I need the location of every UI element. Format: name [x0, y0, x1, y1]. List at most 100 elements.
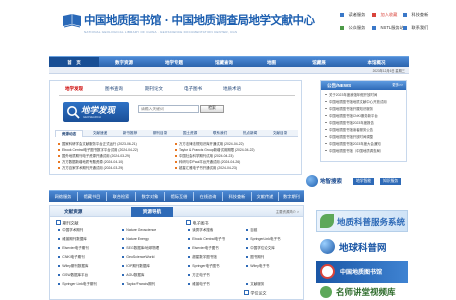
resource-link[interactable]: Springer电子图书 [188, 264, 219, 268]
resource-link[interactable]: 维普电子书 [188, 282, 210, 286]
top-link-bookmark[interactable]: 加入收藏 [372, 12, 397, 17]
top-link-public-service[interactable]: 公众服务 [340, 25, 365, 30]
banner-earth-science-web[interactable]: 地球科普网 [316, 236, 408, 258]
service-tab[interactable]: 网络服务 [49, 191, 77, 202]
resource-link[interactable]: IOP期刊数据库 [122, 264, 150, 268]
resource-link[interactable]: 读秀学术搜索 [188, 228, 213, 232]
resource-link[interactable]: 方正电子书 [188, 273, 210, 277]
tab-ebooks[interactable]: 电子图书 [184, 86, 202, 92]
resource-link[interactable]: Taylor/Francis期刊 [122, 282, 155, 286]
service-tab[interactable]: 馆际互借 [165, 191, 193, 202]
tab-geo-discovery[interactable]: 地学发现 [65, 86, 83, 92]
banner-geo-science-service[interactable]: 地质科普服务系统 [316, 210, 408, 232]
announcement-item[interactable]: 中国地质图书馆地质文献中心开放试用 [325, 100, 387, 104]
resource-more-link[interactable]: 主要资源简介 > [276, 209, 299, 214]
resource-link[interactable]: CNKI电子期刊 [58, 255, 84, 259]
resource-link[interactable]: 中国学位论文库 [246, 246, 275, 250]
service-tab[interactable]: 文献传递 [252, 191, 278, 202]
link-bullet-icon [372, 26, 376, 30]
tab-document-express[interactable]: 文献速递 [85, 130, 115, 137]
service-tab[interactable]: 在线咨询 [194, 191, 222, 202]
resource-link[interactable]: 维普期刊数据库 [58, 237, 87, 241]
tab-new-books[interactable]: 新书推荐 [115, 130, 145, 137]
resource-link[interactable]: SEG数据库/地球物理 [122, 246, 159, 250]
announcement-more-link[interactable]: 更多>> [392, 81, 403, 90]
resource-link[interactable]: AGU数据库 [122, 273, 144, 277]
announcement-item[interactable]: 中国地质图书馆CNKI服务新平台 [325, 114, 378, 118]
geo-smart-search-banner[interactable]: 地智搜索 地学智能 知识服务 [306, 175, 408, 187]
resource-link[interactable]: Wiley电子书 [246, 264, 269, 268]
tab-resource-news[interactable]: 资源动态 [55, 130, 83, 137]
resource-link[interactable]: 文献服务 [246, 282, 264, 286]
resource-link[interactable]: Nature Geoscience [122, 228, 156, 232]
banner-play-icon [320, 286, 332, 298]
news-item[interactable]: Ebook Central电子图书数字平台试用 (2024-04-22) [58, 148, 138, 152]
news-item[interactable]: 超星汇雅电子书开通试用 (2024-04-23) [175, 166, 237, 170]
tab-land-resources[interactable]: 国土资源 [175, 130, 205, 137]
current-date: 2023年12月6日 星期三 [372, 69, 405, 73]
announcement-title: 公告/NEWS [327, 83, 352, 88]
resource-link[interactable]: 图书期刊 [246, 255, 264, 259]
tab-document-list[interactable]: 文献目录 [265, 130, 295, 137]
resource-link[interactable]: Springer Link电子期刊 [58, 282, 97, 286]
resource-link[interactable]: Elsevier电子图书 [188, 246, 218, 250]
tab-book-search[interactable]: 图书查询 [105, 86, 123, 92]
tab-resource-navigation[interactable]: 资源导航 [131, 207, 173, 217]
news-item[interactable]: 万方百家学术期刊开通试用 (2024-03-29) [58, 166, 123, 170]
announcement-item[interactable]: 中国地质图书馆开展知识服务 [325, 107, 373, 111]
service-tab[interactable]: 馆藏书目 [78, 191, 106, 202]
resource-link[interactable]: Wiley期刊数据库 [58, 264, 88, 268]
resource-link[interactable]: Nature Energy [122, 237, 149, 241]
site-subtitle: NATIONAL GEOLOGICAL LIBRARY OF CHINA · G… [84, 30, 238, 34]
search-tabs: 地学发现 图书查询 期刊论文 电子图书 地质术语 [65, 86, 290, 94]
news-item[interactable]: 万方数据新增地质专题资源 (2024-04-10) [58, 160, 123, 164]
resource-link[interactable]: Ebook Central电子书 [188, 237, 225, 241]
tab-contact[interactable]: 联系我们 [205, 130, 235, 137]
tab-journal-catalog[interactable]: 期刊目录 [145, 130, 175, 137]
announcement-item[interactable]: 中国地质图书馆2023年度大会通知 [325, 142, 381, 146]
resource-link[interactable]: 超星数字图书馆 [188, 255, 217, 259]
search-input[interactable] [138, 105, 199, 113]
announcement-item[interactable]: 中国地质图书馆（中国地质调查局） [325, 149, 383, 153]
resource-link[interactable]: GeoScienceWorld [122, 255, 154, 259]
resource-navigation-panel: 文献资源 资源导航 主要资源简介 > 期刊文献 电子图书 中国学术期刊 维普期刊… [49, 205, 304, 300]
news-item[interactable]: 万方法律法规知识库开通试用 (2024-04-22) [175, 142, 244, 146]
tab-document-resources[interactable]: 文献资源 [64, 207, 82, 217]
service-tab[interactable]: 联合检索 [107, 191, 135, 202]
tab-geo-terms[interactable]: 地质术语 [223, 86, 241, 92]
search-button[interactable]: 检索 [200, 105, 224, 113]
tab-journal-papers[interactable]: 期刊论文 [145, 86, 163, 92]
news-item[interactable]: 国外地质期刊电子资源开通试用 (2024-03-29) [58, 154, 130, 158]
service-tab[interactable]: 科技查新 [223, 191, 251, 202]
announcement-item[interactable]: 关于2023年度我馆年假开放时间 [325, 93, 377, 97]
news-item[interactable]: Taylor & Francis Group新增试用期限 (2024-04-22… [175, 148, 255, 152]
news-item[interactable]: 科研与中Paul平台开通试用 (2024-04-26) [175, 160, 240, 164]
link-bullet-icon [340, 13, 344, 17]
tab-hot-news[interactable]: 热点新闻 [235, 130, 265, 137]
news-item[interactable]: 中国社会科学期刊试用 (2024-04-23) [175, 154, 233, 158]
date-bar: 2023年12月6日 星期三 [49, 67, 409, 74]
top-link-novelty-search[interactable]: 科技查新 [403, 12, 428, 17]
resource-link[interactable]: GSW数据库平台 [58, 273, 88, 277]
resource-link[interactable]: Elsevier电子期刊 [58, 246, 88, 250]
service-tab[interactable]: 数字对象 [136, 191, 164, 202]
resource-link[interactable]: 中国学术期刊 [58, 228, 83, 232]
announcement-item[interactable]: 中国地质图书馆开放时间调整 [325, 135, 373, 139]
col-head-ebooks: 电子图书 [186, 220, 209, 227]
announcement-item[interactable]: 中国地质图书馆读者服务公告 [325, 128, 373, 132]
resource-tabs: 资源动态 文献速递 新书推荐 期刊目录 国土资源 联系我们 热点新闻 文献目录 [55, 130, 298, 137]
top-link-reader-service[interactable]: 读者服务 [340, 12, 365, 17]
service-tab[interactable]: 数字期刊 [279, 191, 304, 202]
resource-link[interactable]: 百链 [246, 228, 257, 232]
resource-link[interactable]: SpringerLink电子书 [246, 237, 280, 241]
announcement-item[interactable]: 中国地质图书馆2023年度报告 [325, 121, 374, 125]
news-item[interactable]: 国家科研学会文献服务平台正式运行 (2023-06-21) [58, 142, 137, 146]
banner-lecture-videos[interactable]: 名师讲堂视频库 [316, 285, 408, 300]
col-head-journals: 期刊文献 [56, 220, 79, 227]
banner-library[interactable]: 中国地质图书馆 [316, 261, 408, 283]
geo-search-globe-icon [306, 175, 318, 187]
top-link-contact[interactable]: 联系我们 [403, 25, 428, 30]
banner-leaf-icon [320, 214, 334, 228]
top-link-nstl[interactable]: NSTL服务站 [372, 25, 404, 30]
banner-title: 地球科普网 [339, 243, 387, 254]
